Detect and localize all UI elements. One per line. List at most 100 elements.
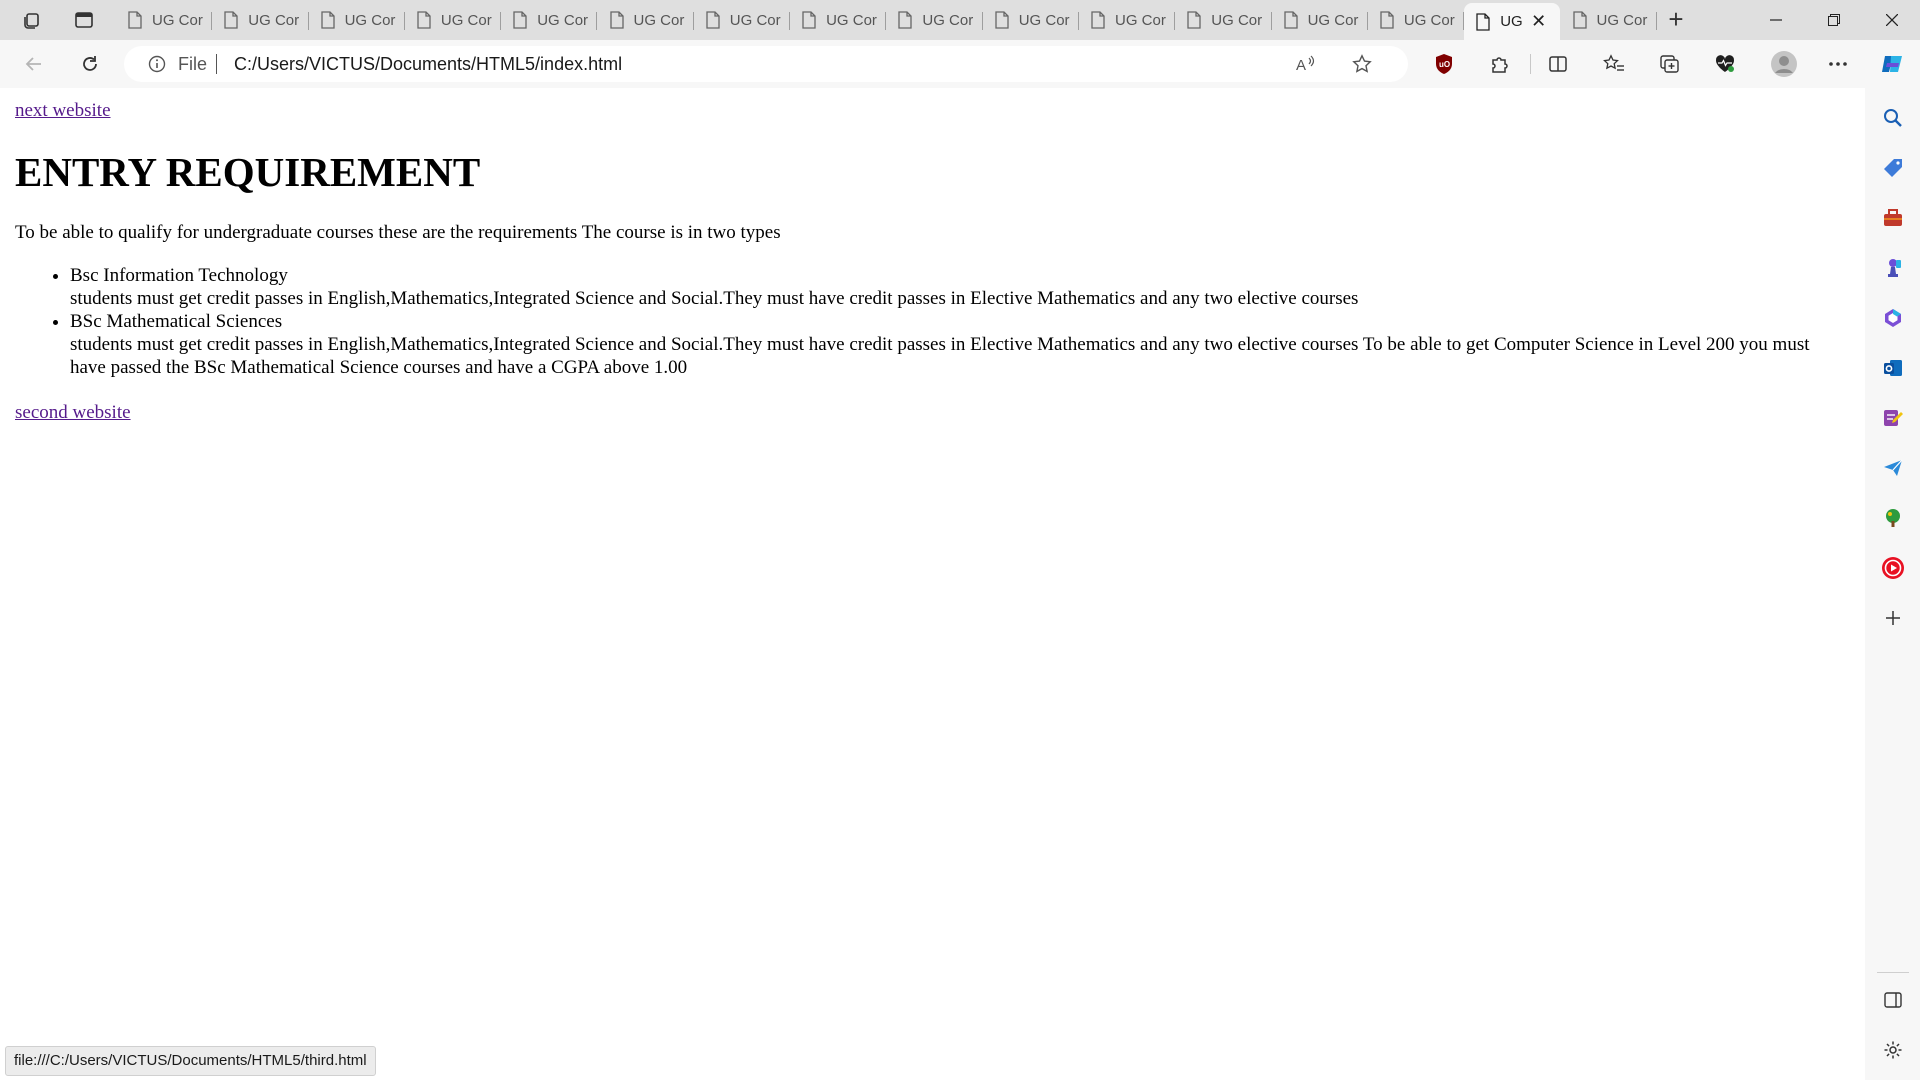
tab[interactable]: UG Cor xyxy=(790,3,887,37)
restore-button[interactable] xyxy=(1806,0,1862,40)
browser-essentials-button[interactable] xyxy=(1711,50,1739,78)
read-aloud-icon[interactable]: A xyxy=(1292,50,1320,78)
split-screen-icon xyxy=(1549,56,1567,72)
favorites-button[interactable] xyxy=(1600,50,1628,78)
sidebar-send-button[interactable] xyxy=(1879,454,1907,482)
gear-icon xyxy=(1884,1041,1902,1059)
tab-title: UG Cor xyxy=(440,11,492,29)
extensions-button[interactable] xyxy=(1486,50,1514,78)
tab-active[interactable]: UG ✕ xyxy=(1464,3,1561,40)
tab[interactable]: UG Cor xyxy=(1368,3,1465,37)
document-icon xyxy=(609,11,624,29)
tab-title: UG Cor xyxy=(152,11,203,29)
hide-sidebar-button[interactable] xyxy=(1879,986,1907,1014)
page-heading: ENTRY REQUIREMENT xyxy=(15,149,481,195)
new-tab-button[interactable]: + xyxy=(1660,6,1692,34)
sidebar-tree-button[interactable] xyxy=(1879,504,1907,532)
tab-title: UG Cor xyxy=(1403,11,1455,29)
sidebar-media-button[interactable] xyxy=(1879,554,1907,582)
tab-title: UG Cor xyxy=(729,11,781,29)
workspaces-button[interactable] xyxy=(16,6,48,34)
course-detail: students must get credit passes in Engli… xyxy=(70,288,1359,309)
tab-title: UG Cor xyxy=(1115,11,1166,29)
settings-more-button[interactable] xyxy=(1824,50,1852,78)
tab[interactable]: UG Cor xyxy=(1272,3,1368,37)
tab-actions-button[interactable] xyxy=(68,6,100,34)
heart-pulse-icon xyxy=(1715,55,1735,72)
document-icon xyxy=(1380,11,1394,29)
close-tab-icon[interactable]: ✕ xyxy=(1531,11,1546,32)
tab-title: UG Cor xyxy=(537,11,589,29)
back-button[interactable] xyxy=(20,50,48,78)
sidebar-add-button[interactable] xyxy=(1879,604,1907,632)
next-website-link[interactable]: next website xyxy=(15,99,111,122)
tab-title: UG Cor xyxy=(922,11,974,29)
sidebar-shopping-button[interactable] xyxy=(1879,154,1907,182)
tab-title: UG Cor xyxy=(248,11,300,29)
course-list: Bsc Information Technology students must… xyxy=(15,264,1850,379)
toolbar-divider xyxy=(1530,54,1531,74)
profile-avatar[interactable] xyxy=(1768,48,1800,80)
workspaces-icon xyxy=(24,13,39,29)
status-bar-url: file:///C:/Users/VICTUS/Documents/HTML5/… xyxy=(5,1046,376,1076)
address-bar[interactable]: File C:/Users/VICTUS/Documents/HTML5/ind… xyxy=(124,46,1408,82)
tab-title: UG xyxy=(1500,13,1523,30)
minimize-button[interactable] xyxy=(1748,0,1804,40)
tab[interactable]: UG Cor xyxy=(501,3,598,37)
sidebar-m365-button[interactable] xyxy=(1879,304,1907,332)
document-icon xyxy=(995,11,1009,29)
close-window-button[interactable] xyxy=(1864,0,1920,40)
ublock-extension-button[interactable]: uO xyxy=(1430,50,1458,78)
course-detail: students must get credit passes in Engli… xyxy=(70,334,1810,378)
document-icon xyxy=(802,11,816,29)
play-icon xyxy=(1882,557,1904,579)
copilot-icon xyxy=(1882,56,1902,72)
favorite-star-icon[interactable] xyxy=(1348,50,1376,78)
favorites-list-icon xyxy=(1603,54,1624,71)
site-info-icon[interactable] xyxy=(148,55,166,78)
document-icon xyxy=(320,11,335,29)
second-website-link[interactable]: second website xyxy=(15,401,131,424)
minimize-icon xyxy=(1770,19,1782,21)
tab[interactable]: UG Cor xyxy=(309,3,405,37)
tab-strip: UG Cor UG Cor UG Cor UG Cor UG Cor UG Cor UG C… xyxy=(0,0,1920,40)
sidebar-tools-button[interactable] xyxy=(1879,204,1907,232)
collections-button[interactable] xyxy=(1656,50,1684,78)
url-text[interactable]: C:/Users/VICTUS/Documents/HTML5/index.ht… xyxy=(234,54,622,75)
shopping-tag-icon xyxy=(1884,159,1902,177)
tab[interactable]: UG Cor xyxy=(886,3,983,37)
tab[interactable]: UG Cor xyxy=(212,3,309,37)
tab[interactable]: UG Cor xyxy=(983,3,1079,37)
tab[interactable]: UG Cor xyxy=(694,3,791,37)
shield-icon: uO xyxy=(1436,54,1452,74)
tab[interactable]: UG Cor xyxy=(116,3,213,37)
sidebar-settings-button[interactable] xyxy=(1879,1036,1907,1064)
sidebar-outlook-button[interactable] xyxy=(1879,354,1907,382)
tab[interactable]: UG Cor xyxy=(598,3,694,37)
chess-piece-icon xyxy=(1888,259,1901,277)
tab[interactable]: UG Cor xyxy=(1079,3,1176,37)
restore-icon xyxy=(1828,14,1840,26)
split-screen-button[interactable] xyxy=(1544,50,1572,78)
refresh-button[interactable] xyxy=(76,50,104,78)
sidebar-games-button[interactable] xyxy=(1879,254,1907,282)
document-icon xyxy=(513,11,527,29)
tab[interactable]: UG Cor xyxy=(405,3,502,37)
tab[interactable]: UG Cor xyxy=(1561,3,1657,37)
page-viewport: next website ENTRY REQUIREMENT To be abl… xyxy=(5,88,1865,1078)
sidebar-drop-button[interactable] xyxy=(1879,404,1907,432)
browser-toolbar: File C:/Users/VICTUS/Documents/HTML5/ind… xyxy=(0,40,1920,88)
plus-icon xyxy=(1886,611,1900,625)
tree-icon xyxy=(1886,509,1900,527)
tab[interactable]: UG Cor xyxy=(1175,3,1272,37)
tab-title: UG Cor xyxy=(1211,11,1263,29)
document-icon xyxy=(417,11,431,29)
search-icon xyxy=(1884,109,1902,127)
document-icon xyxy=(1572,11,1587,29)
sidebar-search-button[interactable] xyxy=(1879,104,1907,132)
copilot-button[interactable] xyxy=(1878,50,1906,78)
document-icon xyxy=(706,11,720,29)
document-icon xyxy=(1283,11,1298,29)
paper-plane-icon xyxy=(1884,459,1903,476)
document-icon xyxy=(1091,11,1105,29)
